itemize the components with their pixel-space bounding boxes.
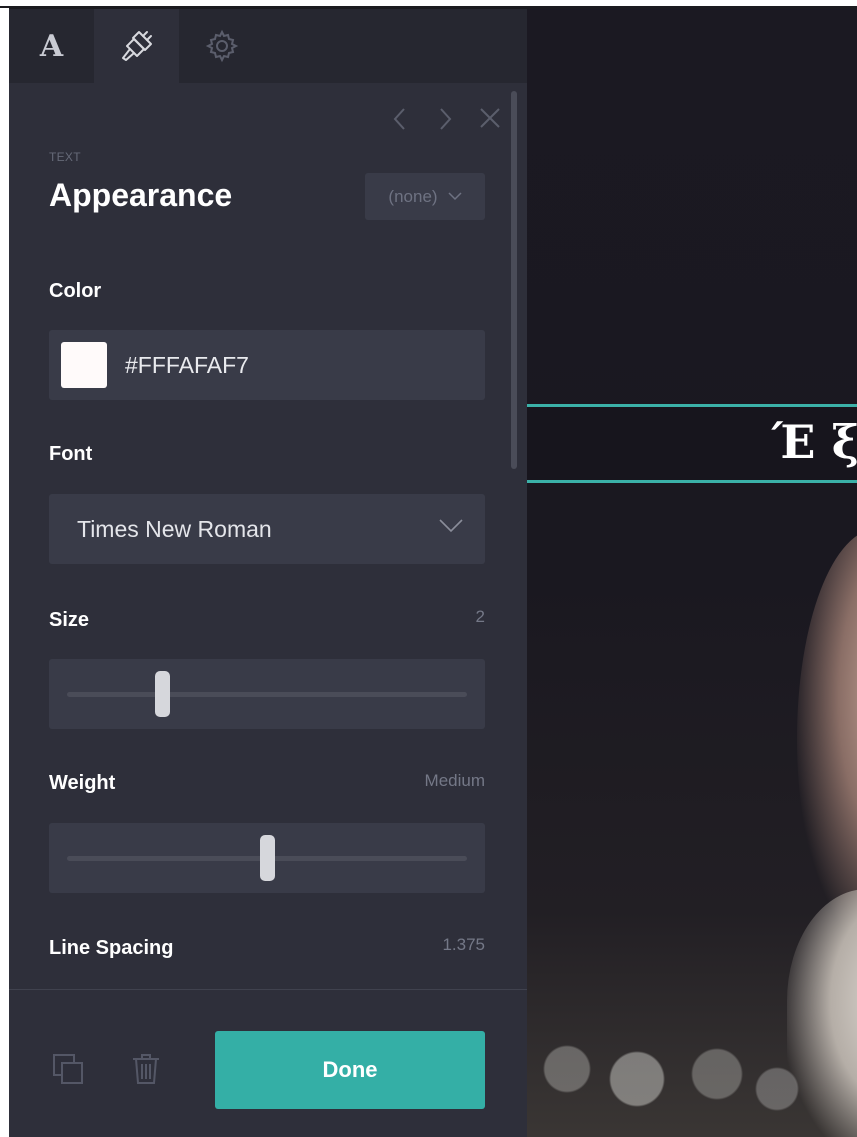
- weight-slider-thumb[interactable]: [260, 835, 275, 881]
- font-value: Times New Roman: [77, 516, 272, 542]
- appearance-panel: A TEXT Appearance (none) Color #FFFAFAF7: [9, 9, 527, 1137]
- next-arrow-icon[interactable]: [435, 106, 455, 132]
- weight-value: Medium: [424, 771, 485, 790]
- previous-arrow-icon[interactable]: [390, 106, 410, 132]
- duplicate-icon[interactable]: [51, 1052, 85, 1086]
- selected-text-box[interactable]: Έ ξ: [527, 404, 857, 483]
- preset-value: (none): [388, 186, 438, 206]
- close-icon[interactable]: [478, 106, 502, 130]
- tab-text[interactable]: A: [9, 9, 94, 83]
- weight-slider[interactable]: [49, 823, 485, 893]
- chevron-down-icon: [448, 192, 462, 201]
- size-label: Size: [49, 609, 90, 631]
- chevron-down-icon: [439, 519, 463, 533]
- preset-dropdown[interactable]: (none): [365, 173, 485, 220]
- font-label: Font: [49, 443, 93, 465]
- trash-icon[interactable]: [131, 1052, 161, 1086]
- color-field[interactable]: #FFFAFAF7: [49, 330, 485, 400]
- weight-label: Weight: [49, 772, 116, 794]
- section-eyebrow: TEXT: [49, 150, 81, 164]
- done-button[interactable]: Done: [215, 1031, 485, 1109]
- canvas-preview[interactable]: Έ ξ: [527, 9, 857, 1137]
- footer-divider: [9, 989, 527, 990]
- text-tab-label: A: [39, 28, 64, 64]
- color-swatch[interactable]: [61, 342, 107, 388]
- paintbrush-icon: [121, 31, 152, 61]
- photo-bokeh: [527, 1019, 857, 1137]
- canvas-text: Έ ξ: [772, 415, 857, 469]
- color-hex-value: #FFFAFAF7: [125, 352, 249, 378]
- tab-style[interactable]: [94, 9, 179, 83]
- tab-bar: A: [9, 9, 527, 83]
- window-left-edge: [0, 8, 9, 1137]
- size-slider[interactable]: [49, 659, 485, 729]
- size-slider-track: [67, 692, 467, 697]
- font-select[interactable]: Times New Roman: [49, 494, 485, 564]
- panel-scrollbar[interactable]: [511, 91, 517, 469]
- gear-icon: [205, 29, 238, 63]
- size-slider-thumb[interactable]: [155, 671, 170, 717]
- line-spacing-value: 1.375: [442, 935, 485, 954]
- line-spacing-label: Line Spacing: [49, 937, 174, 959]
- panel-title: Appearance: [49, 177, 233, 213]
- photo-subject: [797, 529, 857, 949]
- color-label: Color: [49, 280, 102, 302]
- size-value: 2: [475, 607, 485, 626]
- tab-settings[interactable]: [179, 9, 264, 83]
